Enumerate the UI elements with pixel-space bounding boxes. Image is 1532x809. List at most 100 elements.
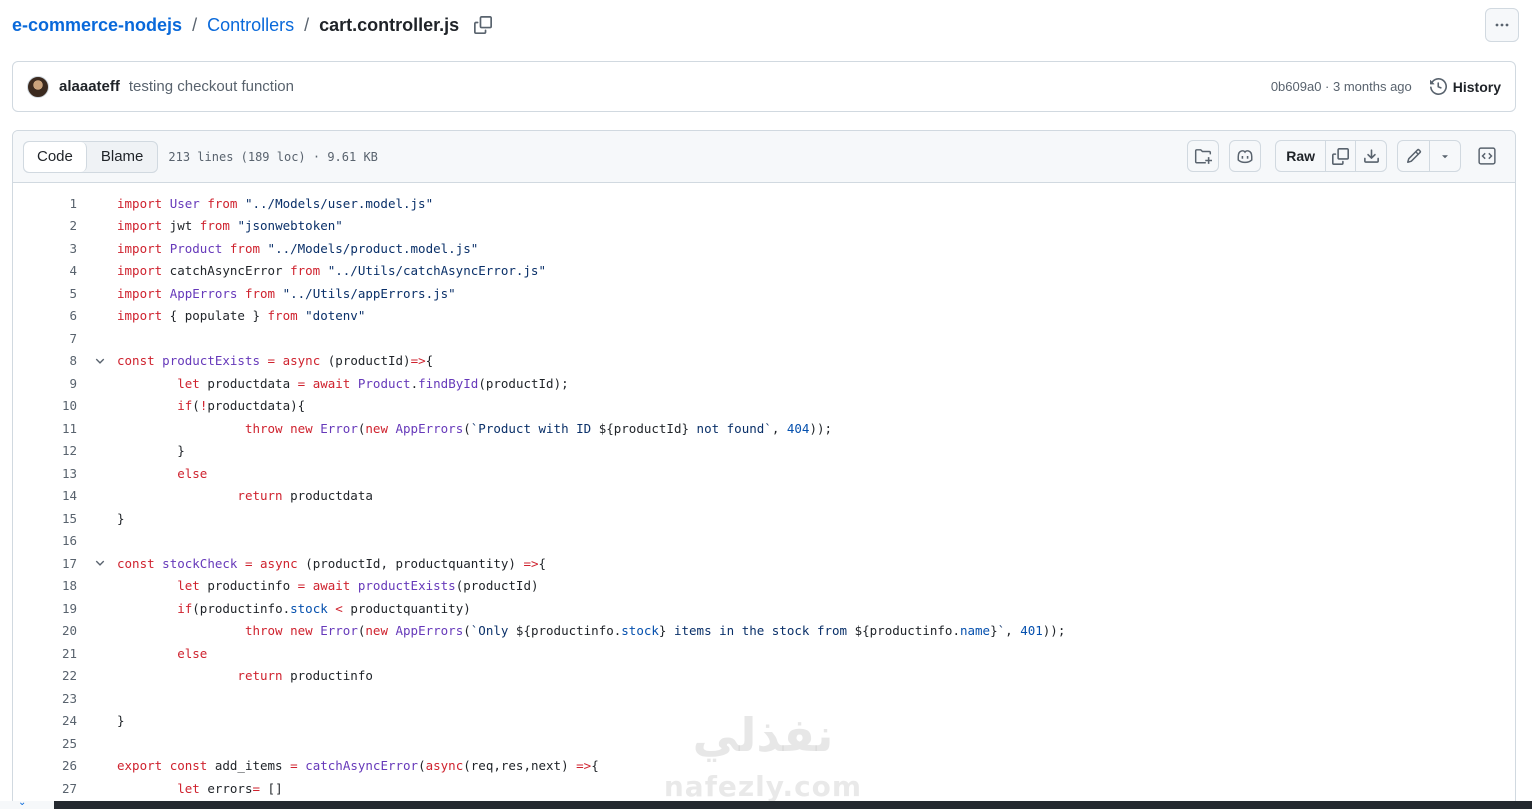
chevron-down-icon [95, 560, 105, 567]
line-number[interactable]: 12 [13, 443, 77, 458]
raw-button[interactable]: Raw [1276, 141, 1326, 171]
code-token: import [117, 218, 163, 234]
line-number[interactable]: 13 [13, 466, 77, 481]
line-number[interactable]: 14 [13, 488, 77, 503]
code-token: stock [621, 623, 659, 639]
line-number[interactable]: 20 [13, 623, 77, 638]
code-line: 15} [13, 507, 1515, 530]
file-actions: Raw [1187, 140, 1503, 172]
line-number[interactable]: 26 [13, 758, 77, 773]
history-button[interactable]: History [1429, 78, 1501, 95]
edit-options-dropdown[interactable] [1430, 141, 1460, 171]
line-number[interactable]: 21 [13, 646, 77, 661]
code-token: return [237, 668, 283, 684]
code-token: 401 [1020, 623, 1043, 639]
code-token: not found` [689, 420, 772, 436]
code-token: from [207, 195, 238, 211]
code-token: async [260, 555, 298, 571]
line-number[interactable]: 9 [13, 376, 77, 391]
line-number[interactable]: 16 [13, 533, 77, 548]
code-text: import Product from "../Models/product.m… [117, 241, 478, 256]
line-number[interactable]: 7 [13, 331, 77, 346]
copilot-button[interactable] [1229, 140, 1262, 172]
fold-toggle[interactable] [77, 557, 117, 569]
copy-raw-button[interactable] [1326, 141, 1356, 171]
code-token: "../Models/user.model.js" [244, 195, 434, 211]
code-token: Error [320, 420, 358, 436]
code-token: import [117, 308, 163, 324]
code-line: 8 const productExists = async (productId)… [13, 350, 1515, 373]
breadcrumb-file-name: cart.controller.js [319, 14, 460, 35]
code-token: ${productId} [598, 420, 690, 436]
breadcrumb-dir-link[interactable]: Controllers [207, 15, 294, 36]
download-button[interactable] [1356, 141, 1386, 171]
copy-path-button[interactable] [473, 15, 493, 35]
code-line: 20 throw new Error(new AppErrors(`Only $… [13, 620, 1515, 643]
line-number[interactable]: 17 [13, 556, 77, 571]
symbols-panel-button[interactable] [1471, 140, 1503, 172]
code-token: "../Models/product.model.js" [267, 240, 479, 256]
line-number[interactable]: 24 [13, 713, 77, 728]
code-token: import [117, 263, 163, 279]
line-number[interactable]: 27 [13, 781, 77, 796]
line-number[interactable]: 25 [13, 736, 77, 751]
chevron-down-icon[interactable]: ⌄ [18, 797, 26, 808]
code-token: `Product with ID [470, 420, 599, 436]
tab-blame[interactable]: Blame [87, 142, 158, 172]
code-token: = [267, 353, 276, 369]
code-token: = [252, 780, 261, 796]
code-token: from [267, 308, 298, 324]
code-token: Product [169, 240, 223, 256]
line-number[interactable]: 4 [13, 263, 77, 278]
code-token: User [169, 195, 200, 211]
line-number[interactable]: 6 [13, 308, 77, 323]
edit-file-button[interactable] [1398, 141, 1430, 171]
more-options-button[interactable] [1485, 8, 1519, 42]
code-token: } [117, 443, 185, 459]
code-token: throw [244, 420, 283, 436]
line-number[interactable]: 11 [13, 421, 77, 436]
code-token: => [523, 555, 539, 571]
line-number[interactable]: 18 [13, 578, 77, 593]
line-number[interactable]: 8 [13, 353, 77, 368]
code-token: { [591, 758, 599, 774]
tab-code[interactable]: Code [24, 141, 87, 172]
line-number[interactable]: 22 [13, 668, 77, 683]
code-token: jwt [162, 218, 200, 234]
code-text: if(!productdata){ [117, 398, 305, 413]
line-number[interactable]: 15 [13, 511, 77, 526]
code-line: 2 import jwt from "jsonwebtoken" [13, 215, 1515, 238]
download-icon [1363, 148, 1379, 163]
line-number[interactable]: 3 [13, 241, 77, 256]
add-file-button[interactable] [1187, 140, 1220, 172]
code-token: new [365, 420, 388, 436]
commit-message-link[interactable]: testing checkout function [129, 78, 294, 95]
avatar[interactable] [27, 75, 49, 98]
line-number[interactable]: 2 [13, 218, 77, 233]
copilot-icon [1237, 150, 1253, 164]
line-number[interactable]: 10 [13, 398, 77, 413]
breadcrumb-separator: / [304, 14, 310, 35]
code-line: 27 let errors= [] [13, 777, 1515, 800]
line-number[interactable]: 19 [13, 601, 77, 616]
code-token: AppErrors [169, 285, 238, 301]
fold-toggle[interactable] [77, 355, 117, 367]
line-number[interactable]: 5 [13, 286, 77, 301]
line-number[interactable]: 1 [13, 196, 77, 211]
line-number[interactable]: 23 [13, 691, 77, 706]
breadcrumb-repo-link[interactable]: e-commerce-nodejs [12, 15, 182, 36]
code-token: errors [199, 780, 253, 796]
commit-author-link[interactable]: alaaateff [59, 78, 120, 95]
commit-sha-time[interactable]: 0b609a0 · 3 months ago [1271, 79, 1412, 94]
code-token: throw [244, 623, 283, 639]
code-token: } [117, 713, 125, 729]
